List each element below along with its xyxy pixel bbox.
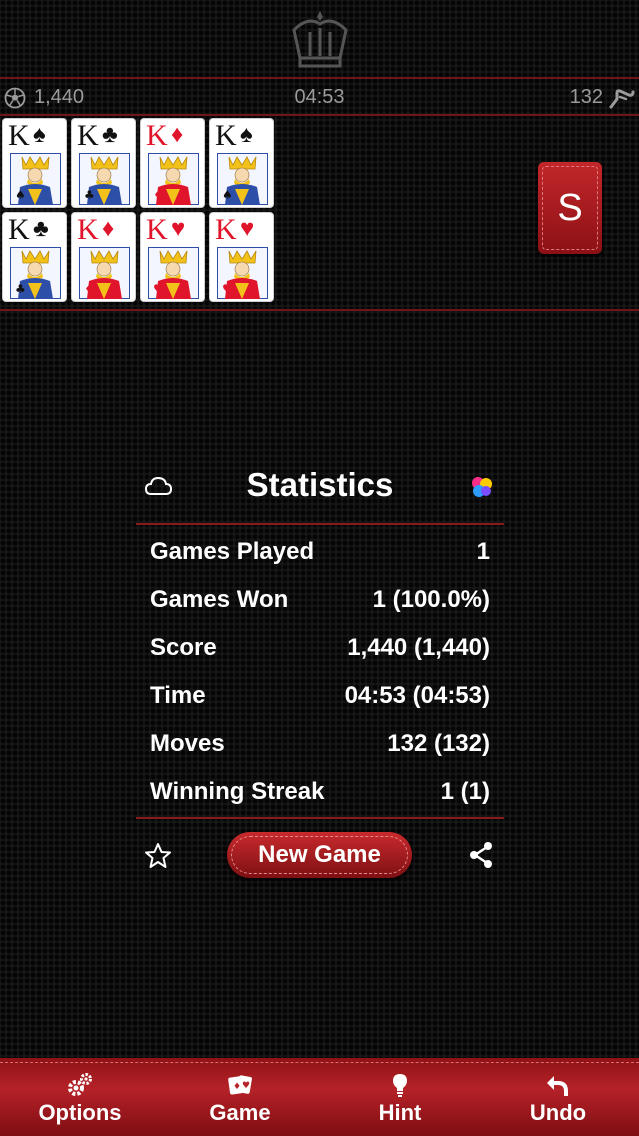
- foundation-card[interactable]: K ♦ ♦: [71, 212, 136, 302]
- statistics-title: Statistics: [246, 466, 394, 503]
- header-divider-top: [0, 77, 639, 79]
- king-face-icon: ♠: [217, 153, 268, 205]
- svg-text:♥: ♥: [153, 282, 164, 296]
- stat-value: 132 (132): [387, 730, 490, 757]
- svg-text:♥: ♥: [222, 282, 233, 296]
- card-rank: K: [146, 213, 168, 246]
- game-button[interactable]: ♦ ♥ Game: [180, 1058, 300, 1136]
- foundation-card[interactable]: K ♥ ♥: [140, 212, 205, 302]
- stat-label: Games Played: [150, 538, 315, 565]
- game-label: Game: [209, 1100, 271, 1125]
- hand-point-icon: [609, 88, 635, 108]
- king-face-icon: ♥: [217, 247, 268, 299]
- moves-value: 132: [569, 86, 603, 108]
- undo-button[interactable]: Undo: [498, 1058, 618, 1136]
- card-suit: ♥: [171, 215, 186, 242]
- bottom-toolbar: Options ♦ ♥ Game Hint Undo: [0, 1058, 639, 1136]
- svg-text:♠: ♠: [222, 188, 233, 202]
- king-face-icon: ♠: [10, 153, 61, 205]
- king-face-icon: ♣: [79, 153, 130, 205]
- card-suit: ♥: [240, 215, 255, 242]
- stat-label: Winning Streak: [150, 778, 325, 805]
- svg-text:♣: ♣: [15, 282, 26, 296]
- svg-text:♥: ♥: [242, 1081, 250, 1091]
- cards-icon: ♦ ♥: [228, 1075, 252, 1095]
- stat-value: 1 (100.0%): [372, 586, 490, 613]
- card-rank: K: [77, 213, 99, 246]
- foundation-card[interactable]: K ♥ ♥: [209, 212, 274, 302]
- svg-text:♣: ♣: [84, 188, 95, 202]
- card-suit: ♠: [33, 121, 46, 148]
- statistics-divider-bottom: [136, 817, 504, 819]
- svg-text:♠: ♠: [15, 188, 26, 202]
- card-suit: ♣: [102, 121, 118, 148]
- stat-value: 1,440 (1,440): [347, 634, 490, 661]
- foundation-card[interactable]: K ♠ ♠: [2, 118, 67, 208]
- options-button[interactable]: Options: [20, 1058, 140, 1136]
- stat-value: 04:53 (04:53): [344, 682, 490, 709]
- card-suit: ♦: [171, 121, 184, 148]
- card-rank: K: [215, 119, 237, 152]
- gears-icon: [68, 1073, 92, 1096]
- svg-text:♦: ♦: [153, 188, 164, 202]
- card-rank: K: [77, 119, 99, 152]
- new-game-button[interactable]: New Game: [227, 832, 412, 878]
- stat-label: Games Won: [150, 586, 289, 613]
- card-rank: K: [146, 119, 168, 152]
- hint-label: Hint: [378, 1100, 422, 1125]
- foundation-card[interactable]: K ♣ ♣: [71, 118, 136, 208]
- stock-pile[interactable]: S: [538, 162, 602, 254]
- undo-label: Undo: [529, 1100, 587, 1125]
- card-rank: K: [8, 213, 30, 246]
- options-label: Options: [38, 1100, 122, 1125]
- star-icon[interactable]: [144, 842, 172, 869]
- stat-label: Score: [150, 634, 217, 661]
- king-face-icon: ♦: [148, 153, 199, 205]
- foundation-card[interactable]: K ♠ ♠: [209, 118, 274, 208]
- crown-icon: [292, 11, 348, 68]
- stat-label: Time: [150, 682, 206, 709]
- tableau-divider: [0, 309, 639, 311]
- statistics-divider-top: [136, 523, 504, 525]
- lightbulb-icon: [393, 1074, 407, 1097]
- stat-value: 1: [476, 538, 490, 565]
- king-face-icon: ♥: [148, 247, 199, 299]
- time-value: 04:53: [294, 86, 345, 108]
- stock-letter: S: [557, 187, 583, 229]
- card-suit: ♦: [102, 215, 115, 242]
- card-rank: K: [8, 119, 30, 152]
- stat-label: Moves: [150, 730, 225, 757]
- share-icon[interactable]: [467, 841, 495, 869]
- undo-arrow-icon: [547, 1076, 568, 1096]
- hint-button[interactable]: Hint: [340, 1058, 460, 1136]
- king-face-icon: ♦: [79, 247, 130, 299]
- game-center-bubbles-icon[interactable]: [469, 475, 495, 499]
- stat-value: 1 (1): [440, 778, 490, 805]
- new-game-label: New Game: [258, 841, 381, 868]
- svg-text:♦: ♦: [233, 1082, 241, 1092]
- foundation-card[interactable]: K ♦ ♦: [140, 118, 205, 208]
- header-divider-bottom: [0, 114, 639, 116]
- card-rank: K: [215, 213, 237, 246]
- card-suit: ♠: [240, 121, 253, 148]
- king-face-icon: ♣: [10, 247, 61, 299]
- svg-text:♦: ♦: [84, 282, 95, 296]
- status-bar: 1,440 04:53 132: [0, 81, 639, 115]
- card-suit: ♣: [33, 215, 49, 242]
- foundation-card[interactable]: K ♣ ♣: [2, 212, 67, 302]
